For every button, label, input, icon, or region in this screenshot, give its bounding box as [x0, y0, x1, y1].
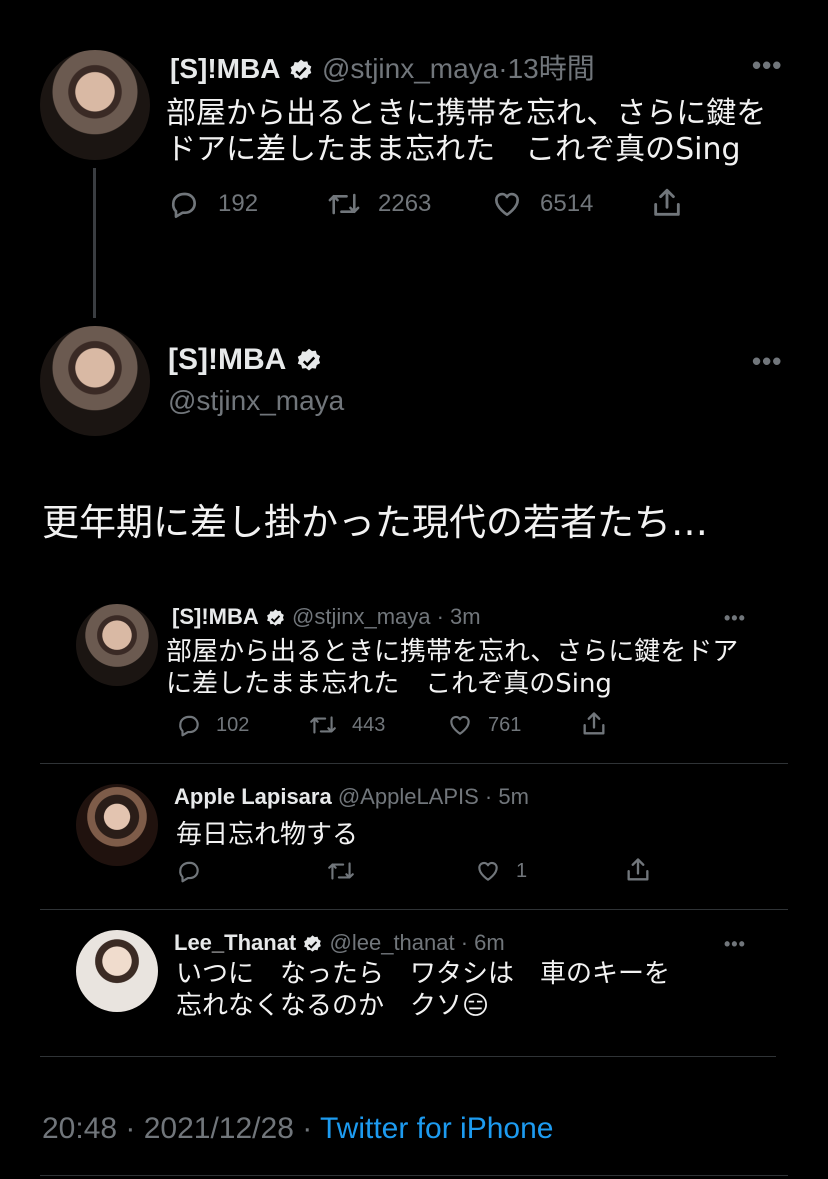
divider: [40, 763, 788, 764]
quoted-text: いつに なったら ワタシは 車のキーを 忘れなくなるのか クソ😑: [176, 958, 670, 1022]
retweet-button[interactable]: 2263: [326, 188, 431, 220]
quoted-header: Apple Lapisara @AppleLAPIS · 5m: [174, 784, 529, 810]
parent-text: 部屋から出るときに携帯を忘れ、さらに鍵を ドアに差したまま忘れた これぞ真のSi…: [166, 96, 766, 168]
retweet-icon: [310, 716, 336, 734]
share-button[interactable]: [650, 186, 684, 220]
reply-icon: [179, 715, 199, 737]
more-icon[interactable]: •••: [724, 934, 746, 955]
quoted-text: 部屋から出るときに携帯を忘れ、さらに鍵をドア に差したまま忘れた これぞ真のSi…: [166, 636, 738, 700]
quoted-handle[interactable]: @AppleLAPIS · 5m: [338, 784, 529, 809]
heart-icon: [495, 192, 519, 216]
main-text: 更年期に差し掛かった現代の若者たち…: [42, 501, 708, 544]
thread-line: [93, 168, 96, 318]
reply-button[interactable]: 102: [176, 712, 249, 738]
verified-badge-icon: [304, 935, 322, 952]
reply-count: 192: [218, 190, 259, 217]
retweet-count: 443: [352, 713, 386, 736]
parent-handle[interactable]: @stjinx_maya: [322, 53, 498, 84]
like-button[interactable]: 6514: [490, 188, 593, 220]
retweet-count: 2263: [378, 190, 432, 217]
main-header: [S]!MBA @stjinx_maya: [168, 343, 344, 417]
quoted-avatar[interactable]: [76, 784, 158, 866]
like-button[interactable]: 1: [474, 858, 527, 884]
like-count: 1: [516, 859, 528, 882]
like-count: 761: [488, 713, 522, 736]
parent-text-line1: 部屋から出るときに携帯を忘れ、さらに鍵を: [166, 96, 767, 131]
timestamp-text[interactable]: 20:48 · 2021/12/28 ·: [42, 1112, 320, 1145]
quoted-avatar[interactable]: [76, 930, 158, 1012]
quoted-text: 毎日忘れ物する: [176, 820, 359, 850]
quoted-header: Lee_Thanat @lee_thanat · 6m: [174, 930, 505, 956]
quoted-text-line2: 忘れなくなるのか クソ😑: [176, 991, 490, 1021]
verified-badge-icon: [297, 348, 320, 371]
separator-dot: ·: [498, 53, 508, 84]
reply-icon: [171, 192, 196, 218]
reply-icon: [179, 861, 199, 883]
quoted-name[interactable]: Lee_Thanat: [174, 930, 296, 955]
verified-badge-icon: [266, 609, 284, 626]
retweet-icon: [328, 862, 354, 880]
share-icon: [583, 712, 605, 735]
quoted-text-line1: 部屋から出るときに携帯を忘れ、さらに鍵をドア: [166, 637, 739, 667]
tweet-timestamp: 20:48 · 2021/12/28 · Twitter for iPhone: [42, 1112, 553, 1146]
like-count: 6514: [540, 190, 594, 217]
quoted-text-line1: いつに なったら ワタシは 車のキーを: [176, 959, 671, 989]
share-icon: [654, 188, 680, 216]
parent-time[interactable]: 13時間: [508, 53, 595, 84]
like-button[interactable]: 761: [446, 712, 521, 738]
retweet-icon: [328, 193, 360, 215]
reply-button[interactable]: [176, 858, 202, 884]
quoted-text-line2: に差したまま忘れた これぞ真のSing: [166, 669, 612, 699]
share-button[interactable]: [580, 710, 608, 738]
parent-header: [S]!MBA @stjinx_maya·13時間: [170, 47, 595, 87]
heart-icon: [450, 715, 470, 735]
more-icon[interactable]: •••: [752, 50, 782, 81]
divider: [40, 1056, 776, 1057]
parent-text-line2: ドアに差したまま忘れた これぞ真のSing: [166, 132, 741, 167]
reply-button[interactable]: 192: [168, 188, 258, 220]
verified-badge-icon: [290, 59, 312, 80]
parent-name[interactable]: [S]!MBA: [170, 53, 280, 84]
more-icon[interactable]: •••: [724, 608, 746, 629]
quoted-avatar[interactable]: [76, 604, 158, 686]
heart-icon: [478, 861, 498, 881]
reply-count: 102: [216, 713, 250, 736]
share-button[interactable]: [624, 856, 652, 884]
quoted-name[interactable]: [S]!MBA: [172, 604, 259, 629]
retweet-button[interactable]: 443: [308, 712, 385, 738]
divider: [40, 909, 788, 910]
share-icon: [627, 858, 649, 881]
divider: [40, 1175, 788, 1176]
main-handle[interactable]: @stjinx_maya: [168, 385, 344, 417]
quoted-header: [S]!MBA @stjinx_maya · 3m: [172, 604, 481, 630]
parent-avatar[interactable]: [40, 50, 150, 160]
quoted-handle[interactable]: @lee_thanat · 6m: [330, 930, 505, 955]
retweet-button[interactable]: [326, 858, 356, 884]
source-link[interactable]: Twitter for iPhone: [320, 1112, 553, 1145]
main-name[interactable]: [S]!MBA: [168, 343, 286, 376]
quoted-name[interactable]: Apple Lapisara: [174, 784, 332, 809]
quoted-handle[interactable]: @stjinx_maya · 3m: [292, 604, 481, 629]
main-avatar[interactable]: [40, 326, 150, 436]
more-icon[interactable]: •••: [752, 346, 782, 377]
